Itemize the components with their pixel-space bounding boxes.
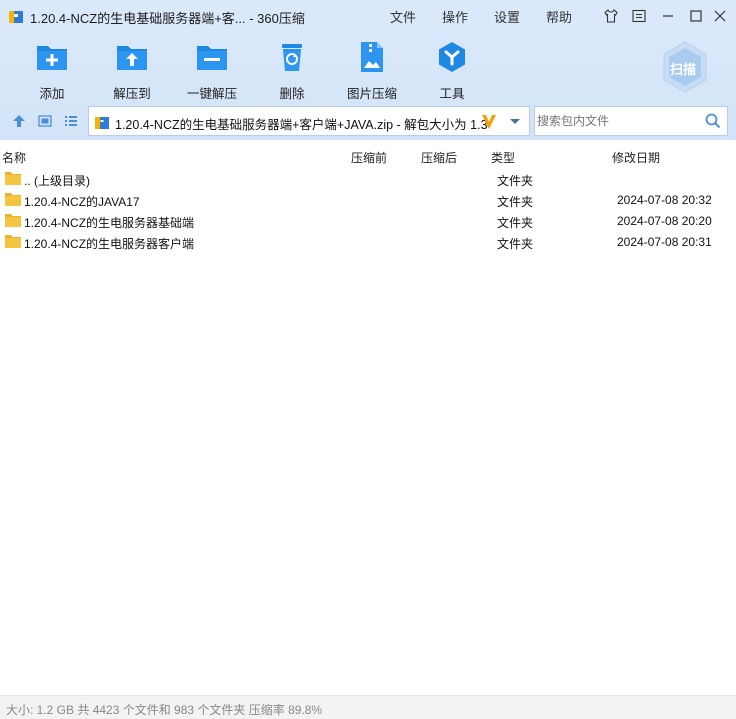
maximize-icon (690, 10, 702, 22)
image-compress-label: 图片压缩 (346, 87, 397, 101)
add-button[interactable]: 添加 (12, 40, 92, 101)
column-size-before[interactable]: 压缩前 (351, 149, 387, 166)
window-title: 1.20.4-NCZ的生电基础服务器端+客... - 360压缩 (30, 11, 305, 26)
one-click-extract-button[interactable]: 一键解压 (172, 40, 252, 101)
item-modified: 2024-07-08 20:20 (617, 214, 712, 228)
list-item[interactable]: 1.20.4-NCZ的生电服务器基础端 文件夹 2024-07-08 20:20 (0, 210, 736, 231)
folder-icon (5, 172, 21, 185)
item-modified: 2024-07-08 20:31 (617, 235, 712, 249)
column-name[interactable]: 名称 (2, 149, 26, 166)
column-type[interactable]: 类型 (491, 149, 515, 166)
top-panel: 1.20.4-NCZ的生电基础服务器端+客... - 360压缩 文件 操作 设… (0, 0, 736, 140)
image-compress-button[interactable]: 图片压缩 (332, 40, 412, 101)
item-type: 文件夹 (497, 195, 534, 209)
one-click-extract-icon (197, 46, 227, 70)
vip-icon[interactable] (481, 113, 497, 131)
tools-icon (439, 42, 465, 72)
item-name: 1.20.4-NCZ的生电服务器客户端 (24, 237, 195, 251)
list-item-parent[interactable]: .. (上级目录) 文件夹 (0, 168, 736, 189)
folder-icon (5, 193, 21, 206)
add-label: 添加 (39, 87, 65, 101)
folder-icon (5, 235, 21, 248)
menu-help[interactable]: 帮助 (546, 7, 572, 26)
menu-actions[interactable]: 操作 (442, 7, 468, 26)
minimize-button[interactable] (658, 6, 678, 26)
list-item[interactable]: 1.20.4-NCZ的JAVA17 文件夹 2024-07-08 20:32 (0, 189, 736, 210)
item-type: 文件夹 (497, 174, 534, 188)
extract-to-button[interactable]: 解压到 (92, 40, 172, 101)
delete-button[interactable]: 删除 (252, 40, 332, 101)
search-icon[interactable] (705, 113, 721, 129)
app-logo-icon (9, 11, 23, 23)
extract-to-label: 解压到 (113, 87, 151, 101)
thumbnail-view-icon[interactable] (38, 114, 52, 128)
list-item[interactable]: 1.20.4-NCZ的生电服务器客户端 文件夹 2024-07-08 20:31 (0, 231, 736, 252)
extract-to-icon (117, 46, 147, 70)
status-bar: 大小: 1.2 GB 共 4423 个文件和 983 个文件夹 压缩率 89.8… (0, 695, 736, 719)
item-name: .. (上级目录) (24, 174, 90, 188)
item-type: 文件夹 (497, 216, 534, 230)
one-click-extract-label: 一键解压 (186, 87, 237, 101)
item-name: 1.20.4-NCZ的生电服务器基础端 (24, 216, 195, 230)
skin-button[interactable] (601, 6, 621, 26)
tools-button[interactable]: 工具 (412, 40, 492, 101)
scan-button[interactable]: 扫描 (660, 40, 710, 94)
menu-file[interactable]: 文件 (390, 7, 416, 26)
zip-archive-icon (95, 117, 109, 129)
menu-button[interactable] (629, 6, 649, 26)
scan-label: 扫描 (670, 62, 697, 77)
delete-label: 删除 (279, 87, 305, 101)
column-header: 名称 压缩前 压缩后 类型 修改日期 (0, 145, 736, 167)
minimize-icon (663, 15, 673, 17)
close-icon (714, 10, 726, 22)
maximize-button[interactable] (686, 6, 706, 26)
chevron-down-icon[interactable] (507, 113, 523, 129)
item-modified: 2024-07-08 20:32 (617, 193, 712, 207)
column-size-after[interactable]: 压缩后 (421, 149, 457, 166)
menu-settings[interactable]: 设置 (494, 7, 520, 26)
item-name: 1.20.4-NCZ的JAVA17 (24, 195, 140, 209)
menu-list-icon (632, 9, 646, 23)
close-button[interactable] (710, 6, 730, 26)
tools-label: 工具 (439, 87, 465, 101)
path-text: 1.20.4-NCZ的生电基础服务器端+客户端+JAVA.zip - 解包大小为… (115, 118, 488, 132)
main-toolbar: 添加 解压到 一键解压 删除 图片压缩 工具 (0, 36, 736, 101)
title-bar: 1.20.4-NCZ的生电基础服务器端+客... - 360压缩 文件 操作 设… (0, 0, 736, 32)
up-arrow-icon[interactable] (12, 114, 26, 128)
status-text: 大小: 1.2 GB 共 4423 个文件和 983 个文件夹 压缩率 89.8… (6, 703, 323, 717)
shirt-icon (604, 9, 618, 23)
path-field[interactable]: 1.20.4-NCZ的生电基础服务器端+客户端+JAVA.zip - 解包大小为… (88, 106, 530, 136)
address-bar: 1.20.4-NCZ的生电基础服务器端+客户端+JAVA.zip - 解包大小为… (0, 104, 736, 138)
list-view-icon[interactable] (64, 114, 78, 128)
search-input[interactable] (535, 107, 699, 135)
folder-icon (5, 214, 21, 227)
image-compress-icon (361, 42, 383, 72)
add-folder-icon (37, 46, 67, 70)
column-modified[interactable]: 修改日期 (612, 149, 660, 166)
item-type: 文件夹 (497, 237, 534, 251)
search-box[interactable] (534, 106, 728, 136)
recycle-bin-icon (282, 44, 302, 71)
